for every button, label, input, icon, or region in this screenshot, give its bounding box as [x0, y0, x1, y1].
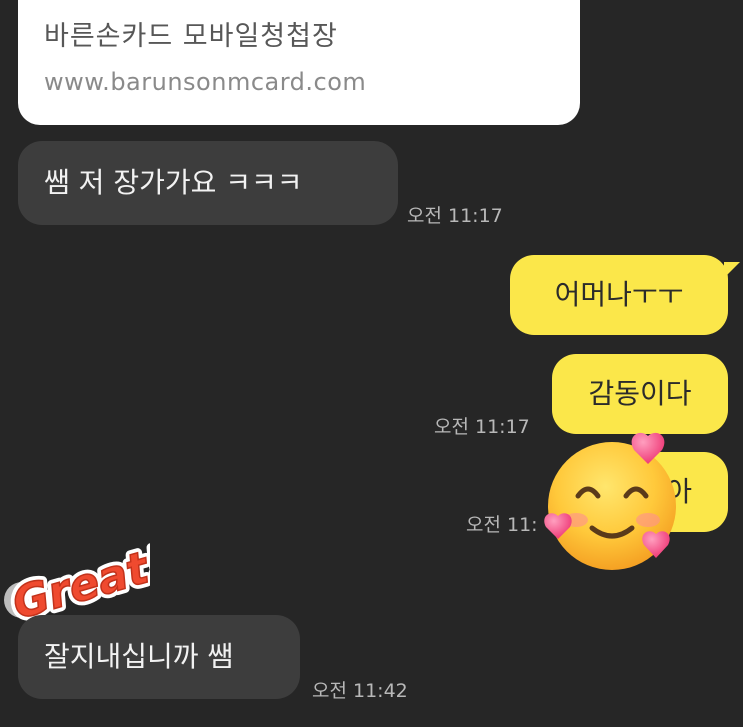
message-text: 감동이다 — [588, 377, 692, 410]
message-timestamp: 오전 11:17 — [407, 205, 503, 227]
message-timestamp: 오전 11:42 — [312, 680, 408, 702]
bubble-tail — [724, 262, 740, 278]
message-text: 잘지내십니까 쌤 — [44, 640, 234, 673]
link-preview-card[interactable]: 바른손카드 모바일청첩장 www.barunsonmcard.com — [18, 0, 580, 125]
outgoing-message-bubble[interactable]: 어머나ㅜㅜ — [510, 255, 728, 335]
incoming-message-bubble[interactable]: 쌤 저 장가가요 ㅋㅋㅋ — [18, 141, 398, 225]
chat-room: 바른손카드 모바일청첩장 www.barunsonmcard.com 쌤 저 장… — [0, 0, 743, 727]
smiling-face-with-hearts-icon — [540, 430, 685, 575]
message-timestamp: 오전 11:17 — [434, 416, 530, 438]
outgoing-message-bubble[interactable]: 감동이다 — [552, 354, 728, 434]
link-preview-url[interactable]: www.barunsonmcard.com — [44, 68, 366, 96]
message-text: 어머나ㅜㅜ — [554, 278, 684, 311]
message-timestamp: 오전 11: — [466, 514, 538, 536]
link-preview-title: 바른손카드 모바일청첩장 — [44, 21, 338, 52]
message-text: 쌤 저 장가가요 ㅋㅋㅋ — [44, 166, 303, 199]
incoming-message-bubble[interactable]: 잘지내십니까 쌤 — [18, 615, 300, 699]
